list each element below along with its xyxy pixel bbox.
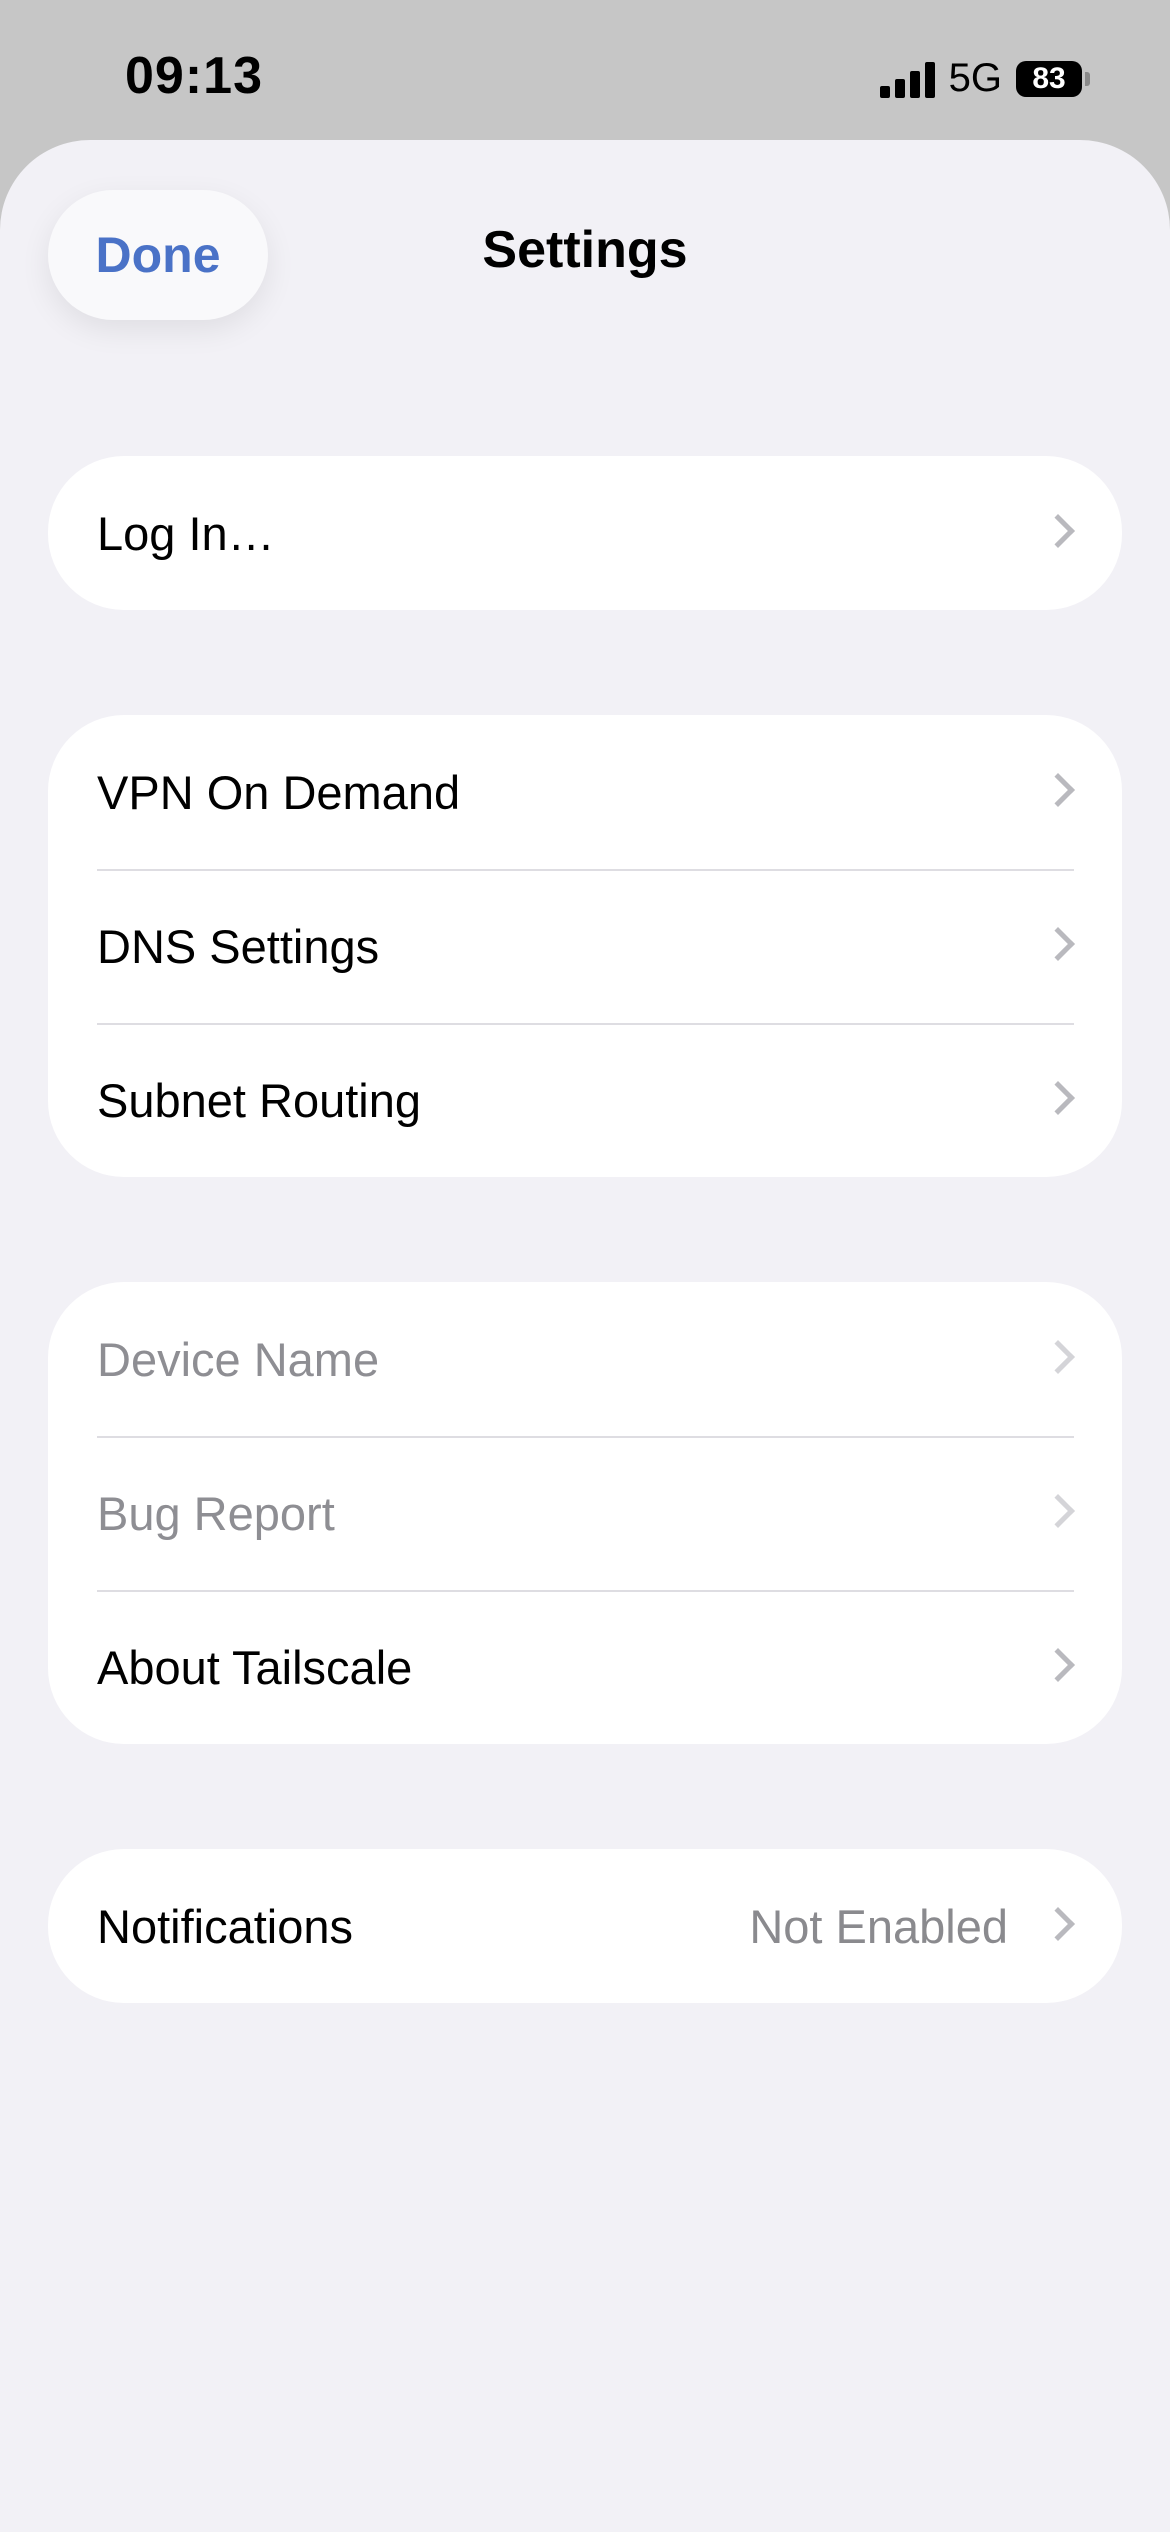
battery-level: 83 bbox=[1016, 60, 1082, 97]
notifications-status: Not Enabled bbox=[749, 1899, 1008, 1953]
chevron-right-icon bbox=[1041, 1340, 1075, 1374]
row-dns-settings[interactable]: DNS Settings bbox=[48, 869, 1122, 1023]
row-label: About Tailscale bbox=[97, 1640, 413, 1694]
signal-bars-icon bbox=[879, 60, 935, 98]
status-indicators: 5G 83 bbox=[879, 56, 1090, 101]
battery-icon: 83 bbox=[1016, 60, 1090, 98]
row-label: DNS Settings bbox=[97, 919, 380, 973]
row-label: Notifications bbox=[97, 1899, 353, 1953]
row-about-tailscale[interactable]: About Tailscale bbox=[48, 1590, 1122, 1744]
settings-group-network: VPN On Demand DNS Settings Subnet Routin… bbox=[48, 715, 1122, 1177]
row-label: Device Name bbox=[97, 1332, 380, 1386]
settings-group-device: Device Name Bug Report About Tailscale bbox=[48, 1282, 1122, 1744]
chevron-right-icon bbox=[1041, 1648, 1075, 1682]
row-log-in[interactable]: Log In… bbox=[48, 456, 1122, 610]
chevron-right-icon bbox=[1041, 1907, 1075, 1941]
row-vpn-on-demand[interactable]: VPN On Demand bbox=[48, 715, 1122, 869]
row-label: Log In… bbox=[97, 506, 275, 560]
row-device-name[interactable]: Device Name bbox=[48, 1282, 1122, 1436]
row-label: VPN On Demand bbox=[97, 765, 461, 819]
status-bar: 09:13 5G 83 bbox=[0, 0, 1170, 140]
row-notifications[interactable]: Notifications Not Enabled bbox=[48, 1849, 1122, 2003]
settings-sheet: Settings Done Log In… VPN On Demand DNS … bbox=[0, 140, 1170, 2532]
chevron-right-icon bbox=[1041, 1081, 1075, 1115]
chevron-right-icon bbox=[1041, 1494, 1075, 1528]
row-subnet-routing[interactable]: Subnet Routing bbox=[48, 1023, 1122, 1177]
settings-group-account: Log In… bbox=[48, 456, 1122, 610]
chevron-right-icon bbox=[1041, 514, 1075, 548]
done-button[interactable]: Done bbox=[48, 190, 268, 320]
chevron-right-icon bbox=[1041, 773, 1075, 807]
row-label: Bug Report bbox=[97, 1486, 335, 1540]
status-time: 09:13 bbox=[125, 47, 263, 105]
row-label: Subnet Routing bbox=[97, 1073, 422, 1127]
network-type-label: 5G bbox=[948, 56, 1002, 100]
row-bug-report[interactable]: Bug Report bbox=[48, 1436, 1122, 1590]
settings-group-notifications: Notifications Not Enabled bbox=[48, 1849, 1122, 2003]
chevron-right-icon bbox=[1041, 927, 1075, 961]
